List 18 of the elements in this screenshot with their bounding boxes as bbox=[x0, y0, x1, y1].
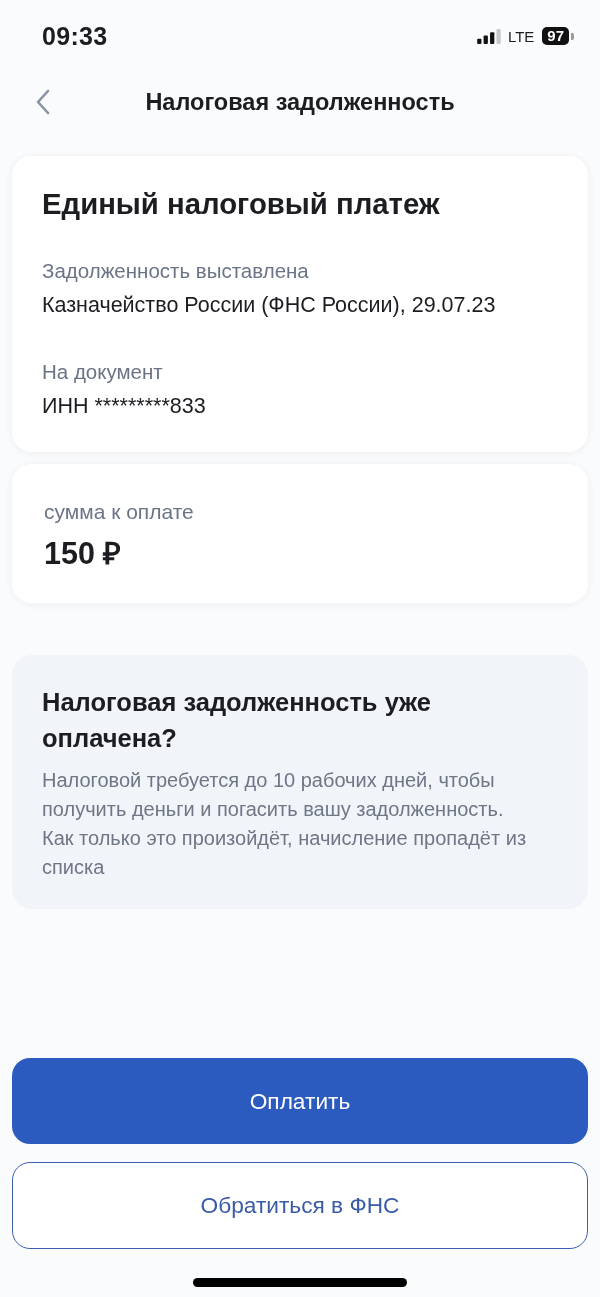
contact-button[interactable]: Обратиться в ФНС bbox=[12, 1162, 588, 1249]
field-label: На документ bbox=[42, 360, 164, 384]
amount-label: сумма к оплате bbox=[44, 500, 195, 524]
amount-value: 150 ₽ bbox=[44, 536, 123, 570]
page-title: Налоговая задолженность bbox=[145, 88, 455, 116]
network-type: LTE bbox=[507, 27, 535, 45]
signal-icon bbox=[476, 28, 502, 44]
field-label: Задолженность выставлена bbox=[42, 259, 310, 283]
debt-title: Единый налоговый платеж bbox=[42, 187, 441, 221]
info-title: Налоговая задолженность уже оплачена? bbox=[42, 687, 433, 754]
field-value: ИНН *********833 bbox=[42, 394, 207, 418]
status-time: 09:33 bbox=[42, 21, 108, 51]
battery-level: 97 bbox=[542, 27, 569, 45]
field-value: Казначейство России (ФНС России), 29.07.23 bbox=[42, 293, 497, 317]
info-text: Налоговой требуется до 10 рабочих дней, чтобы получить деньги и погасить вашу задолженность. Как только это произойдёт, начисление пропадёт из списка bbox=[42, 768, 528, 880]
battery-tip-icon bbox=[571, 32, 574, 40]
pay-button[interactable]: Оплатить bbox=[12, 1058, 588, 1144]
back-icon[interactable] bbox=[34, 89, 52, 115]
